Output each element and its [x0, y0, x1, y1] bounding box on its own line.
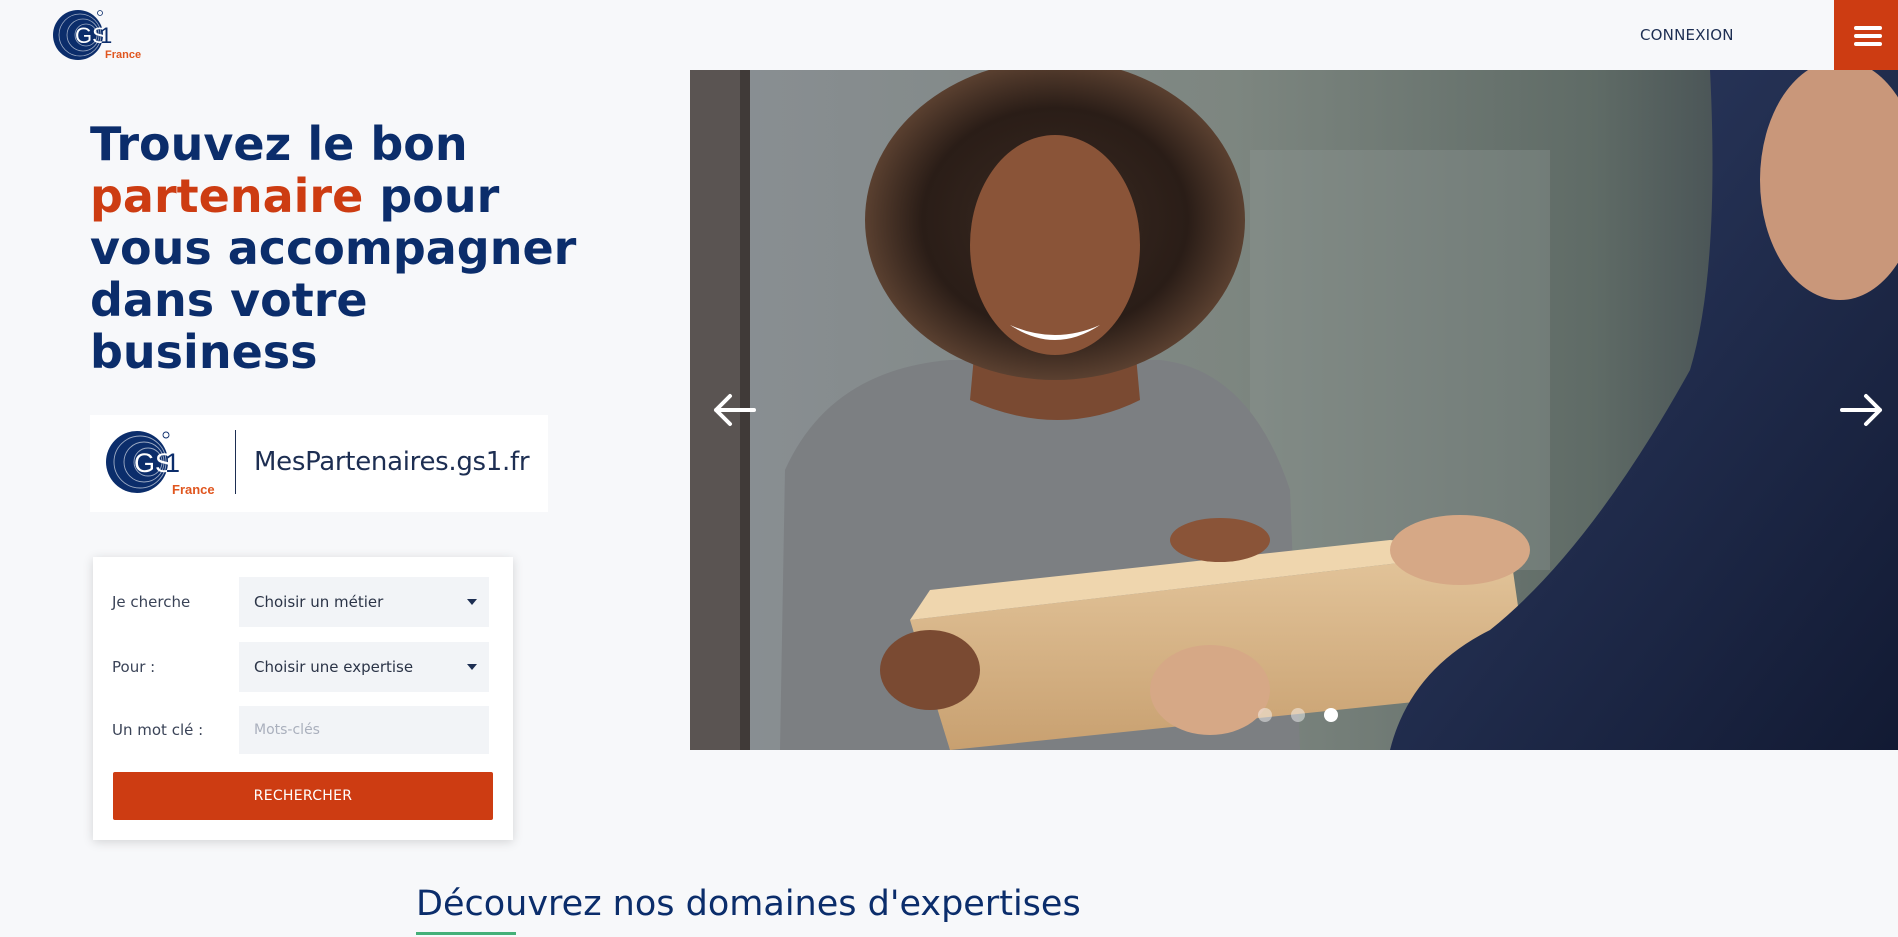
expertise-label: Pour : — [112, 658, 156, 676]
keyword-input[interactable] — [239, 706, 489, 754]
hamburger-icon-bar — [1854, 42, 1882, 46]
menu-button[interactable] — [1834, 0, 1898, 70]
section-title: Découvrez nos domaines d'expertises — [416, 884, 1081, 924]
carousel-dot-3[interactable] — [1324, 708, 1339, 722]
partners-banner: GS 1 France MesPartenaires.gs1.fr — [90, 415, 548, 512]
hero-carousel[interactable] — [690, 70, 1898, 750]
job-select[interactable]: Choisir un métier — [239, 577, 489, 627]
banner-logo-france: France — [172, 482, 215, 497]
carousel-dots — [1258, 707, 1352, 723]
expertise-select[interactable]: Choisir une expertise — [239, 642, 489, 692]
site-header: GS 1 France CONNEXION — [0, 0, 1898, 70]
hero-title-accent: partenaire — [90, 169, 364, 223]
chevron-down-icon — [467, 599, 477, 605]
logo-one: 1 — [100, 23, 112, 48]
search-card: Je cherche Choisir un métier Pour : Choi… — [93, 557, 513, 840]
hamburger-icon-bar — [1854, 34, 1882, 38]
arrow-right-icon[interactable] — [1838, 388, 1886, 432]
carousel-dot-1[interactable] — [1258, 708, 1272, 722]
job-select-value: Choisir un métier — [254, 593, 384, 611]
expertise-select-value: Choisir une expertise — [254, 658, 414, 676]
arrow-left-icon[interactable] — [710, 388, 758, 432]
section-underline — [416, 932, 516, 935]
banner-divider — [235, 430, 236, 494]
hamburger-icon — [1854, 26, 1882, 30]
banner-site-name: MesPartenaires.gs1.fr — [254, 447, 530, 477]
connexion-link[interactable]: CONNEXION — [1640, 26, 1734, 44]
job-label: Je cherche — [112, 593, 191, 611]
delivery-photo — [690, 70, 1898, 750]
carousel-dot-2[interactable] — [1291, 708, 1306, 722]
keyword-label: Un mot clé : — [112, 721, 204, 739]
hero-title: Trouvez le bon partenaire pour vous accom… — [90, 118, 610, 378]
gs1-logo[interactable]: GS 1 France — [50, 8, 150, 66]
logo-france: France — [105, 49, 142, 61]
hero-title-part1: Trouvez le bon — [90, 117, 468, 171]
banner-logo-one: 1 — [165, 448, 180, 478]
chevron-down-icon — [467, 664, 477, 670]
search-button[interactable]: RECHERCHER — [113, 772, 493, 820]
